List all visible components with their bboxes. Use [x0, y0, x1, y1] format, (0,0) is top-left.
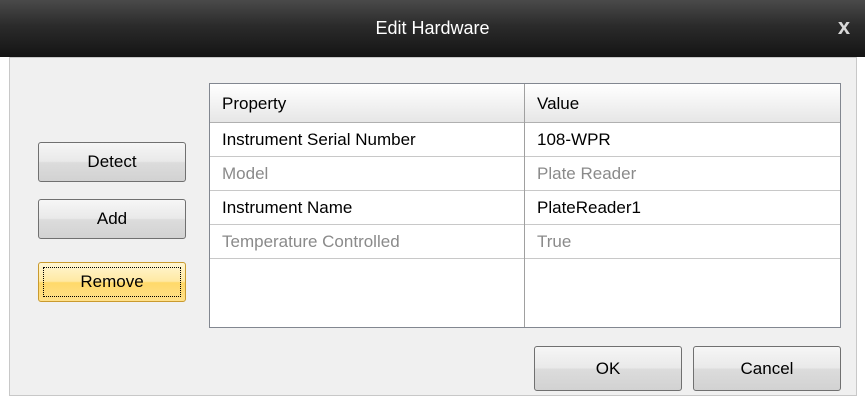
property-cell: Model	[222, 164, 269, 183]
table-row[interactable]: Instrument Name PlateReader1	[210, 191, 840, 225]
value-cell[interactable]: PlateReader1	[525, 191, 840, 224]
cancel-button[interactable]: Cancel	[693, 346, 841, 391]
property-grid[interactable]: Property Value Instrument Serial Number …	[209, 83, 841, 328]
column-divider[interactable]	[524, 84, 525, 327]
value-cell[interactable]: 108-WPR	[525, 123, 840, 156]
remove-button[interactable]: Remove	[38, 262, 186, 302]
property-cell: Instrument Name	[222, 198, 353, 217]
value-cell: Plate Reader	[537, 164, 637, 183]
focus-rectangle	[43, 267, 181, 297]
ok-button[interactable]: OK	[534, 346, 682, 391]
table-row[interactable]: Temperature Controlled True	[210, 225, 840, 259]
edit-hardware-dialog: Edit Hardware x Detect Add Remove Proper…	[0, 0, 865, 402]
add-button[interactable]: Add	[38, 199, 186, 239]
cancel-button-label: Cancel	[740, 359, 794, 378]
property-cell: Instrument Serial Number	[222, 130, 416, 149]
column-header-value[interactable]: Value	[525, 84, 840, 123]
table-row[interactable]: Model Plate Reader	[210, 157, 840, 191]
window-title: Edit Hardware	[375, 18, 490, 38]
dialog-body: Detect Add Remove Property Value Instrum…	[9, 57, 857, 396]
value-cell: True	[537, 232, 572, 251]
detect-button-label: Detect	[87, 152, 137, 171]
close-icon[interactable]: x	[831, 14, 857, 40]
column-header-property[interactable]: Property	[210, 84, 525, 123]
property-cell: Temperature Controlled	[222, 232, 400, 251]
grid-header: Property Value	[210, 84, 840, 123]
ok-button-label: OK	[595, 359, 621, 378]
detect-button[interactable]: Detect	[38, 142, 186, 182]
add-button-label: Add	[96, 209, 128, 228]
table-row[interactable]: Instrument Serial Number 108-WPR	[210, 123, 840, 157]
